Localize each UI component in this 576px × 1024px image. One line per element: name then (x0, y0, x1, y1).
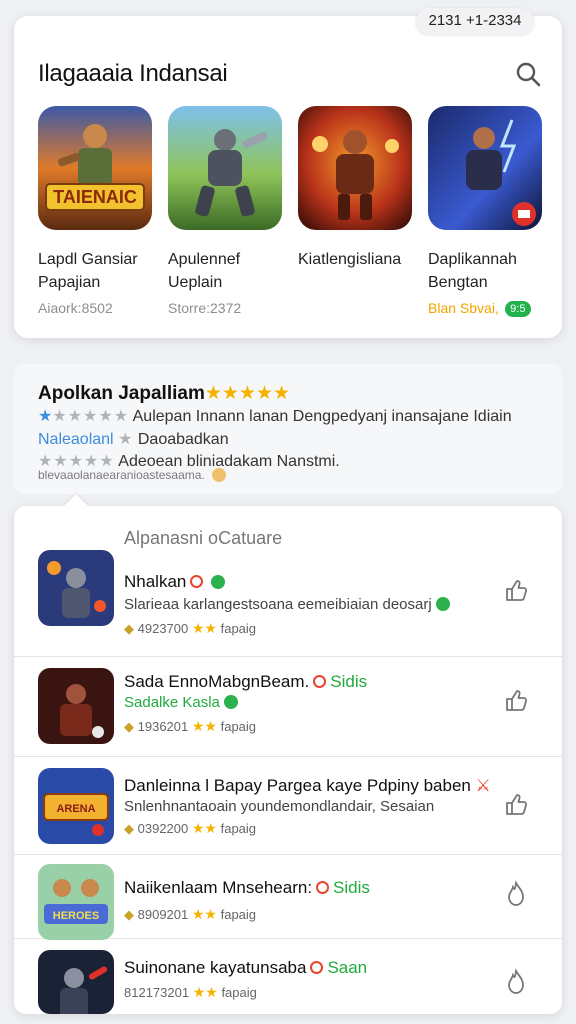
star-icon: ★★ (191, 906, 217, 922)
review-line-2[interactable]: Naleaolanl ★ Daoabadkan (38, 429, 229, 449)
popover-pointer (64, 494, 88, 506)
status-dot-icon (310, 961, 324, 974)
list-item-title: Naiikenlaam Mnsehearn: Sidis (124, 878, 370, 897)
featured-app-3[interactable]: Kiatlengisliana (298, 106, 416, 277)
review-section: Apolkan Japalliam★★★★★ ★★★★★★ Aulepan In… (14, 364, 562, 494)
star-icon: ★ (118, 431, 134, 448)
game-icon-space-ranger (38, 950, 114, 1014)
list-item-meta: ◆ 4923700 ★★ fapaig (124, 620, 257, 636)
list-item-subtitle: Snlenhnantaoain youndemondlandair, Sesai… (124, 798, 435, 815)
app-list-card: Alpanasni oCatuare Nhalkan Slarieaa karl… (14, 506, 562, 1014)
game-icon-armored-warrior (168, 106, 282, 230)
list-item-title: Danleinna l Bapay Pargea kaye Pdpiny bab… (124, 776, 491, 795)
featured-app-2[interactable]: Apulennef Ueplain Storre:2372 (168, 106, 286, 316)
featured-app-1[interactable]: TAIENAIC Lapdl Gansiar Papajian Aiaork:8… (38, 106, 156, 316)
featured-app-name: Apulennef Ueplain (168, 251, 241, 291)
list-item[interactable]: Nhalkan Slarieaa karlangestsoana eemeibi… (14, 540, 562, 657)
list-item-title: Sada EnnoMabgnBeam. Sidis (124, 672, 368, 691)
coin-icon: ◆ (124, 719, 134, 734)
list-item-title: Nhalkan (124, 572, 226, 592)
svg-text:TAIENAIC: TAIENAIC (53, 187, 137, 207)
game-icon-lightning-hero (428, 106, 542, 230)
list-item[interactable]: Suinonane kayatunsaba Saan 812173201 ★★ f… (14, 938, 562, 1014)
status-dot-icon (190, 575, 204, 588)
thumbs-up-icon[interactable] (502, 576, 530, 604)
star-icon: ★★ (191, 718, 217, 734)
list-item-subtitle: Slarieaa karlangestsoana eemeibiaian deo… (124, 596, 450, 613)
list-item-subtitle: Sadalke Kasla (124, 694, 238, 711)
crossed-swords-icon: ⚔ (470, 776, 491, 795)
svg-text:HEROES: HEROES (53, 910, 99, 922)
list-item[interactable]: Sada EnnoMabgnBeam. Sidis Sadalke Kasla ◆… (14, 656, 562, 757)
rating-stars: ★★★★★ (204, 383, 291, 404)
thumbs-up-icon[interactable] (502, 686, 530, 714)
verified-icon (223, 695, 238, 709)
featured-app-meta: Storre:2372 (168, 300, 242, 316)
game-icon-heroes: HEROES (38, 864, 114, 940)
flame-icon[interactable] (502, 968, 530, 996)
list-item-meta: ◆ 1936201 ★★ fapaig (124, 718, 257, 734)
featured-app-4[interactable]: Daplikannah Bengtan Blan Sbvai, 9:5 (428, 106, 546, 318)
coin-icon: ◆ (124, 621, 134, 636)
review-title: Apolkan Japalliam★★★★★ (38, 383, 291, 404)
list-item-meta: ◆ 8909201 ★★ fapaig (124, 906, 257, 922)
list-item-meta: 812173201 ★★ fapaig (124, 984, 257, 1000)
count-badge: 9:5 (504, 301, 531, 318)
star-icon: ★ (38, 408, 53, 425)
verified-icon (211, 575, 226, 589)
featured-app-name: Lapdl Gansiar Papajian (38, 251, 138, 291)
status-dot-icon (313, 675, 327, 688)
list-item[interactable]: ARENA Danleinna l Bapay Pargea kaye Pdpi… (14, 756, 562, 855)
featured-app-meta: Aiaork:8502 (38, 300, 113, 316)
coin-icon: ◆ (124, 821, 134, 836)
coin-icon: ◆ (124, 907, 134, 922)
featured-app-name: Kiatlengisliana (298, 251, 402, 268)
svg-text:ARENA: ARENA (56, 803, 95, 815)
page-title: Ilagaaaia Indansai (38, 60, 228, 87)
game-icon-fire-warrior (298, 106, 412, 230)
featured-app-name: Daplikannah Bengtan (428, 251, 517, 291)
featured-app-meta: Blan Sbvai, 9:5 (428, 300, 546, 318)
thumbs-up-icon[interactable] (502, 790, 530, 818)
star-icon: ★★ (191, 820, 217, 836)
status-dot-icon (316, 881, 330, 894)
search-icon[interactable] (514, 60, 542, 88)
review-line-1: ★★★★★★ Aulepan Innann lanan Dengpedyanj … (38, 408, 512, 425)
game-icon-arena: ARENA (38, 768, 114, 844)
verified-icon (435, 597, 450, 611)
game-icon-knight (38, 550, 114, 626)
rating-stars: ★★★★★ (52, 408, 130, 425)
status-time: 2131 +1-2334 (416, 8, 534, 34)
list-item-meta: ◆ 0392200 ★★ fapaig (124, 820, 257, 836)
featured-apps-row: TAIENAIC Lapdl Gansiar Papajian Aiaork:8… (38, 106, 568, 326)
review-footer: blevaaolanaearanioastesaama. (38, 468, 227, 482)
star-icon: ★★ (192, 984, 218, 1000)
game-icon-warlord (38, 668, 114, 744)
game-icon-tainenaic: TAIENAIC (38, 106, 152, 230)
flame-icon[interactable] (502, 880, 530, 908)
star-icon: ★★ (191, 620, 217, 636)
featured-card: Ilagaaaia Indansai TAIENAIC Lapdl Gansia… (14, 16, 562, 338)
emoji-icon (212, 468, 227, 482)
list-item[interactable]: HEROES Naiikenlaam Mnsehearn: Sidis ◆ 890… (14, 854, 562, 940)
list-item-title: Suinonane kayatunsaba Saan (124, 958, 368, 977)
